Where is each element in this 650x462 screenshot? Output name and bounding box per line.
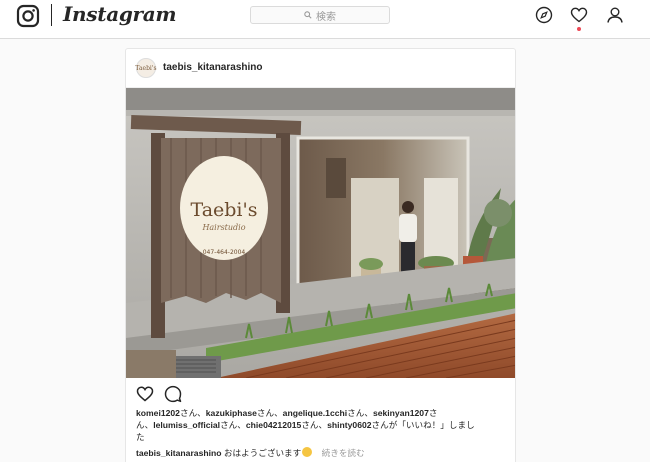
instagram-wordmark[interactable]: Instagram	[63, 2, 177, 26]
explore-compass-icon[interactable]	[535, 6, 553, 24]
post-actions	[136, 385, 182, 403]
post-header: Taebi's taebis_kitanarashino	[126, 49, 515, 88]
liker-username[interactable]: shinty0602	[327, 420, 371, 430]
search-icon	[304, 11, 312, 19]
logo-divider	[51, 4, 52, 26]
likes-line-2: ん、lelumiss_officialさん、chie04212015さん、shi…	[136, 419, 506, 431]
likes-line-1: komei1202さん、kazukiphaseさん、angelique.1cch…	[136, 407, 506, 419]
liker-username[interactable]: chie04212015	[246, 420, 301, 430]
liker-username[interactable]: sekinyan1207	[373, 408, 429, 418]
sign-title: Taebi's	[191, 199, 258, 221]
comment-bubble-icon	[164, 385, 182, 403]
likes-line-3: た	[136, 432, 145, 442]
activity-heart-icon[interactable]	[570, 6, 588, 24]
caption-username[interactable]: taebis_kitanarashino	[136, 448, 222, 458]
heart-icon	[136, 386, 154, 402]
likes-summary: komei1202さん、kazukiphaseさん、angelique.1cch…	[136, 407, 506, 443]
search-placeholder: 検索	[316, 11, 336, 23]
sign-subtitle: Hairstudio	[201, 223, 245, 232]
liker-username[interactable]: komei1202	[136, 408, 180, 418]
liker-username[interactable]: angelique.1cchi	[283, 408, 347, 418]
liker-separator: さん、	[179, 408, 206, 418]
liker-username[interactable]: kazukiphase	[206, 408, 257, 418]
sign-phone: 047-464-2004	[203, 249, 246, 256]
read-more-link[interactable]: 続きを読む	[322, 448, 365, 458]
instagram-camera-icon[interactable]	[16, 4, 40, 28]
post-username[interactable]: taebis_kitanarashino	[163, 62, 262, 73]
likes-prefix: ん、	[136, 420, 154, 430]
liker-separator: さん、	[347, 408, 373, 418]
caption-text: おはようございます	[223, 448, 302, 458]
liker-username[interactable]: lelumiss_official	[153, 420, 220, 430]
sun-emoji-icon	[302, 447, 313, 457]
liker-separator: さん、	[220, 420, 246, 430]
profile-person-icon[interactable]	[606, 6, 624, 24]
liker-separator: さんが「いいね！」しまし	[371, 420, 475, 430]
top-nav-bar: Instagram 検索	[0, 0, 650, 39]
search-input[interactable]: 検索	[250, 6, 390, 24]
like-button[interactable]	[136, 385, 154, 403]
comment-button[interactable]	[164, 385, 182, 403]
liker-separator: さん、	[256, 408, 283, 418]
liker-separator: さん、	[301, 420, 328, 430]
post-photo[interactable]: Taebi's Hairstudio 047-464-2004	[126, 88, 515, 378]
notification-dot	[577, 27, 581, 31]
post-caption: taebis_kitanarashino おはようございます 続きを読む	[136, 447, 506, 459]
avatar[interactable]: Taebi's	[135, 58, 157, 78]
liker-separator: さ	[428, 408, 438, 418]
post-card: Taebi's taebis_kitanarashino Taebi's Hai…	[125, 48, 516, 462]
